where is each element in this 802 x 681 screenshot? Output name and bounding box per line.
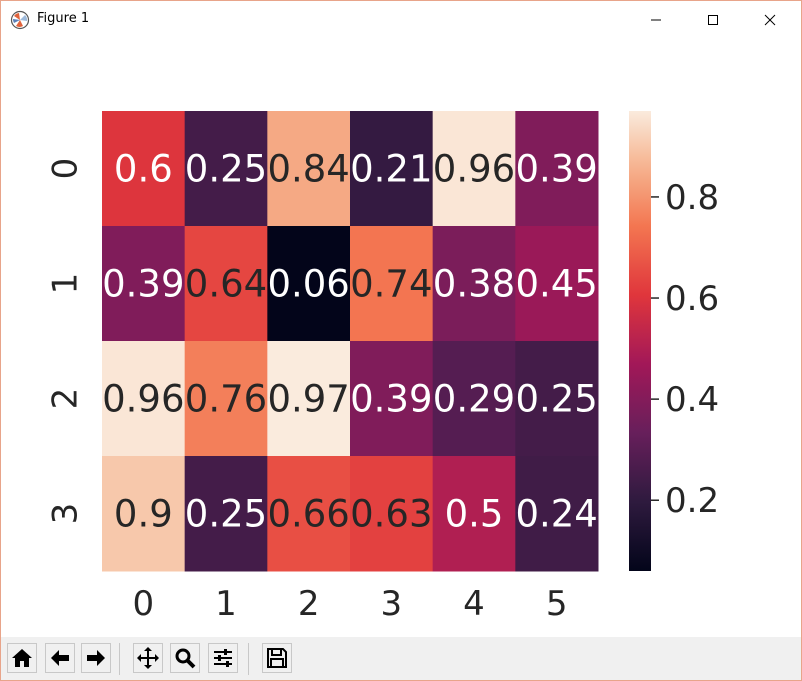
close-icon (764, 14, 776, 26)
y-axis-ticks: 0 1 2 3 (46, 158, 86, 525)
minimize-icon (651, 19, 661, 21)
forward-button[interactable] (81, 643, 111, 673)
cell-value-label: 0.64 (185, 263, 267, 306)
x-tick-label: 2 (298, 584, 320, 624)
x-tick-label: 1 (215, 584, 237, 624)
home-icon (12, 649, 32, 667)
cell-value-label: 0.45 (515, 263, 597, 306)
cell-value-label: 0.9 (114, 493, 173, 536)
x-tick-label: 0 (133, 584, 155, 624)
figure-canvas[interactable]: 0.6 0.25 0.84 0.21 0.96 0.39 0.39 0.64 0.06 0.74 0… (1, 39, 801, 637)
cell-value-label: 0.29 (433, 378, 515, 421)
colorbar-ticks: 0.2 0.4 0.6 0.8 (651, 178, 719, 521)
pan-button[interactable] (133, 643, 163, 673)
close-button[interactable] (747, 1, 793, 39)
cell-value-label: 0.25 (515, 378, 597, 421)
colorbar-tick-label: 0.4 (665, 380, 719, 420)
window-title: Figure 1 (37, 11, 90, 26)
colorbar-tick-label: 0.6 (665, 279, 719, 319)
cell-value-label: 0.84 (267, 148, 349, 191)
colorbar-tick-label: 0.2 (665, 481, 719, 521)
cell-value-label: 0.74 (350, 263, 432, 306)
toolbar-separator (119, 643, 120, 675)
back-arrow-icon (51, 650, 69, 666)
cell-value-label: 0.97 (267, 378, 349, 421)
cell-value-label: 0.21 (350, 148, 432, 191)
zoom-icon (175, 648, 196, 669)
x-tick-label: 4 (463, 584, 485, 624)
minimize-button[interactable] (633, 1, 679, 39)
forward-arrow-icon (87, 650, 105, 666)
y-tick-label: 1 (46, 273, 86, 295)
toolbar-separator (248, 643, 249, 675)
cell-value-label: 0.96 (102, 378, 184, 421)
x-axis-ticks: 0 1 2 3 4 5 (133, 584, 568, 624)
cell-value-label: 0.06 (267, 263, 349, 306)
maximize-icon (708, 15, 718, 25)
configure-subplots-button[interactable] (208, 643, 238, 673)
cell-value-label: 0.38 (433, 263, 515, 306)
cell-value-label: 0.25 (185, 148, 267, 191)
cell-value-label: 0.5 (445, 493, 504, 536)
maximize-button[interactable] (690, 1, 736, 39)
y-tick-label: 0 (46, 158, 86, 180)
x-tick-label: 3 (381, 584, 403, 624)
cell-value-label: 0.39 (102, 263, 184, 306)
cell-value-label: 0.96 (433, 148, 515, 191)
home-button[interactable] (7, 643, 37, 673)
colorbar (629, 111, 651, 571)
cell-value-label: 0.63 (350, 493, 432, 536)
cell-value-label: 0.66 (267, 493, 349, 536)
y-tick-label: 3 (46, 503, 86, 525)
colorbar-tick-label: 0.8 (665, 178, 719, 218)
cell-value-label: 0.39 (515, 148, 597, 191)
pan-icon (137, 647, 159, 669)
y-tick-label: 2 (46, 388, 86, 410)
navigation-toolbar (1, 637, 801, 680)
save-button[interactable] (262, 643, 292, 673)
back-button[interactable] (45, 643, 75, 673)
title-bar[interactable]: Figure 1 (1, 1, 801, 39)
cell-value-label: 0.39 (350, 378, 432, 421)
figure-window: Figure 1 0.6 0.25 0.84 0.21 0.96 0.39 0.39 0.64… (0, 0, 802, 681)
heatmap-chart[interactable]: 0.6 0.25 0.84 0.21 0.96 0.390.39 0.64 0.06 0.74 0… (1, 39, 801, 637)
matplotlib-logo-icon (10, 10, 30, 30)
cell-value-label: 0.6 (114, 148, 173, 191)
cell-value-label: 0.76 (185, 378, 267, 421)
x-tick-label: 5 (546, 584, 568, 624)
configure-subplots-icon (214, 649, 232, 667)
cell-value-label: 0.25 (185, 493, 267, 536)
cell-value-label: 0.24 (515, 493, 597, 536)
save-icon (267, 648, 287, 668)
zoom-button[interactable] (170, 643, 200, 673)
